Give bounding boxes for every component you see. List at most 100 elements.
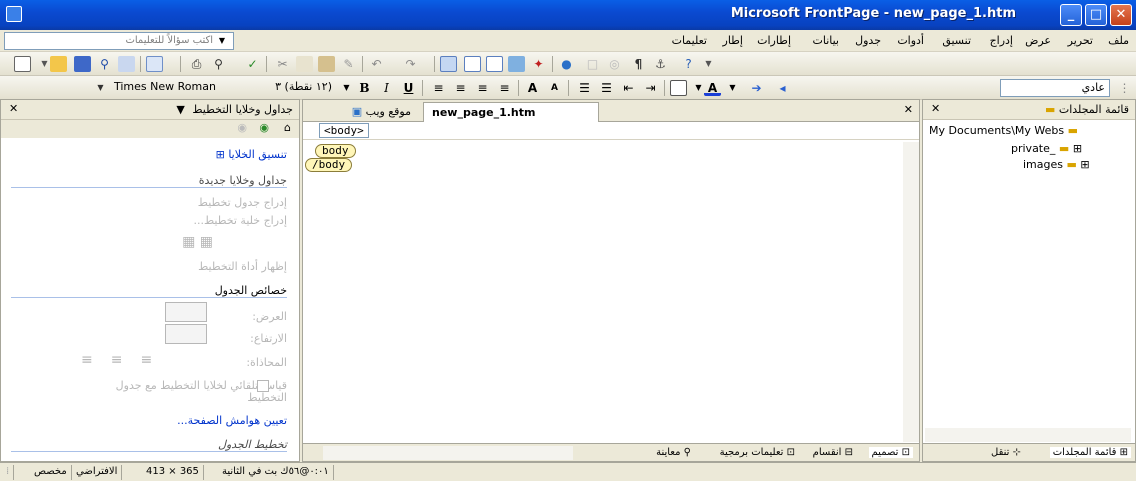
style-select[interactable]: عادي [1000,79,1110,97]
horizontal-scrollbar[interactable] [323,446,573,460]
back-circle-icon[interactable]: ◉ [237,121,247,134]
vertical-scrollbar[interactable] [903,142,919,442]
frontpage-app-icon[interactable] [6,6,22,22]
tab-design[interactable]: تصميم ⊡ [868,447,913,458]
tab-navigation[interactable]: تنقل ⊹ [991,447,1021,458]
tab-folder-list[interactable]: قائمة المجلدات ⊞ [1049,447,1131,458]
tab-website[interactable]: موقع ويب ▣ [319,103,417,121]
menu-tools[interactable]: أدوات [892,33,929,48]
menu-table[interactable]: جدول [850,33,886,48]
format-painter-icon[interactable]: ✎ [340,56,357,72]
print-icon[interactable]: ⎙ [188,56,205,72]
autoscale-checkbox[interactable] [257,380,269,392]
chevron-down-icon[interactable]: ▼ [176,103,184,116]
chevron-down-icon[interactable]: ▼ [212,33,232,49]
menu-file[interactable]: ملف [1103,33,1134,48]
folder-horizontal-scrollbar[interactable] [925,428,1131,442]
folder-images[interactable]: images ▬ ⊞ [1023,158,1090,171]
tab-code[interactable]: تعليمات برمجية ⊡ [720,447,795,458]
forward-circle-icon[interactable]: ◉ [259,121,269,134]
tab-preview[interactable]: معاينة ⚲ [656,447,691,458]
shrink-font-icon[interactable]: A [546,80,563,96]
justify-icon[interactable]: ≡ [496,80,513,96]
spelling-icon[interactable]: ✓ [244,56,261,72]
menu-help[interactable]: تعليمات [667,33,712,48]
layout-cell-icon[interactable]: ▦ ▦ [182,234,213,250]
font-select[interactable]: Times New Roman [110,79,250,97]
cell-format-link[interactable]: تنسيق الخلايا ⊞ [216,148,287,161]
insert-layout-table-link[interactable]: إدراج جدول تخطيط [198,196,287,209]
status-mode[interactable]: الافتراضي [72,465,123,480]
menu-insert[interactable]: إدراج [985,33,1018,48]
show-layout-tool-link[interactable]: إظهار أداة التخطيط [198,260,287,273]
home-icon[interactable]: ⌂ [284,121,291,134]
font-size-select[interactable]: (١٢ نقطة) ٣ [254,79,336,97]
align-right-icon[interactable]: ≡ [430,80,447,96]
new-page-icon[interactable] [14,56,31,72]
root-folder[interactable]: My Documents\My Webs ▬ [929,124,1078,137]
chevron-down-icon[interactable]: ▼ [92,80,109,96]
save-icon[interactable] [74,56,91,72]
preview-icon[interactable]: ⚲ [210,56,227,72]
publish-icon[interactable] [118,56,135,72]
insert-layer-icon[interactable] [486,56,503,72]
back-icon[interactable]: ◂ [774,80,791,96]
insert-table-icon[interactable] [464,56,481,72]
body-open-tag[interactable]: body [315,144,356,158]
bullets-icon[interactable]: ☰ [598,80,615,96]
insert-layout-cell-link[interactable]: إدراج خلية تخطيط... [193,214,287,227]
close-icon[interactable]: ✕ [931,102,940,115]
help-icon[interactable]: ? [680,56,697,72]
close-icon[interactable]: ✕ [904,103,913,116]
chevron-down-icon[interactable]: ▼ [724,80,741,96]
menu-format[interactable]: تنسيق [937,33,976,48]
redo-icon[interactable]: ↷ [402,56,419,72]
web-icon[interactable]: ⚓ [652,56,669,72]
toolbar-grip-icon[interactable]: ⋮ [1116,80,1133,96]
hyperlink-icon[interactable]: ● [558,56,575,72]
grow-font-icon[interactable]: A [524,80,541,96]
align-center-icon[interactable]: ≡ [452,80,469,96]
menu-frame[interactable]: إطار [718,33,748,48]
align-left-icon[interactable]: ≡ [474,80,491,96]
height-input[interactable] [165,324,207,344]
increase-indent-icon[interactable]: ⇥ [642,80,659,96]
stop-icon[interactable]: ◎ [606,56,623,72]
cut-icon[interactable]: ✂ [274,56,291,72]
width-input[interactable] [165,302,207,322]
chevron-down-icon[interactable]: ▼ [338,80,355,96]
ask-question-input[interactable]: اكتب سؤالاً للتعليمات [4,32,234,50]
borders-icon[interactable] [670,80,687,96]
copy-icon[interactable] [296,56,313,72]
toolbar-options-icon[interactable]: ▼ [700,56,717,72]
binoculars-icon[interactable]: ⚲ [96,56,113,72]
close-window-button[interactable]: ✕ [1110,4,1132,26]
quick-tag-body[interactable]: <body> [319,123,369,138]
underline-icon[interactable]: U [400,80,417,96]
folder-private[interactable]: private_ ▬ ⊞ [1011,142,1082,155]
toggle-pane-icon[interactable] [146,56,163,72]
expand-icon[interactable]: ⊞ [1080,158,1089,171]
show-all-icon[interactable]: ¶ [630,56,647,72]
forward-icon[interactable]: ➔ [748,80,765,96]
menu-frames[interactable]: إطارات [752,33,796,48]
menu-view[interactable]: عرض [1020,33,1056,48]
font-color-icon[interactable]: A [704,80,721,96]
paste-icon[interactable] [318,56,335,72]
refresh-icon[interactable]: □ [584,56,601,72]
alignment-icons[interactable]: ≡≡≡ [81,352,170,368]
web-component-icon[interactable] [440,56,457,72]
undo-icon[interactable]: ↶ [368,56,385,72]
numbering-icon[interactable]: ☰ [576,80,593,96]
maximize-button[interactable]: □ [1085,4,1107,26]
italic-icon[interactable]: I [378,80,395,96]
minimize-button[interactable]: _ [1060,4,1082,26]
decrease-indent-icon[interactable]: ⇤ [620,80,637,96]
menu-data[interactable]: بيانات [807,33,844,48]
bold-icon[interactable]: B [356,80,373,96]
insert-picture-icon[interactable] [508,56,525,72]
close-icon[interactable]: ✕ [9,102,18,115]
resize-grip-icon[interactable]: ⁞ [2,465,15,480]
status-custom[interactable]: مخصص [30,465,72,480]
drawing-icon[interactable]: ✦ [530,56,547,72]
